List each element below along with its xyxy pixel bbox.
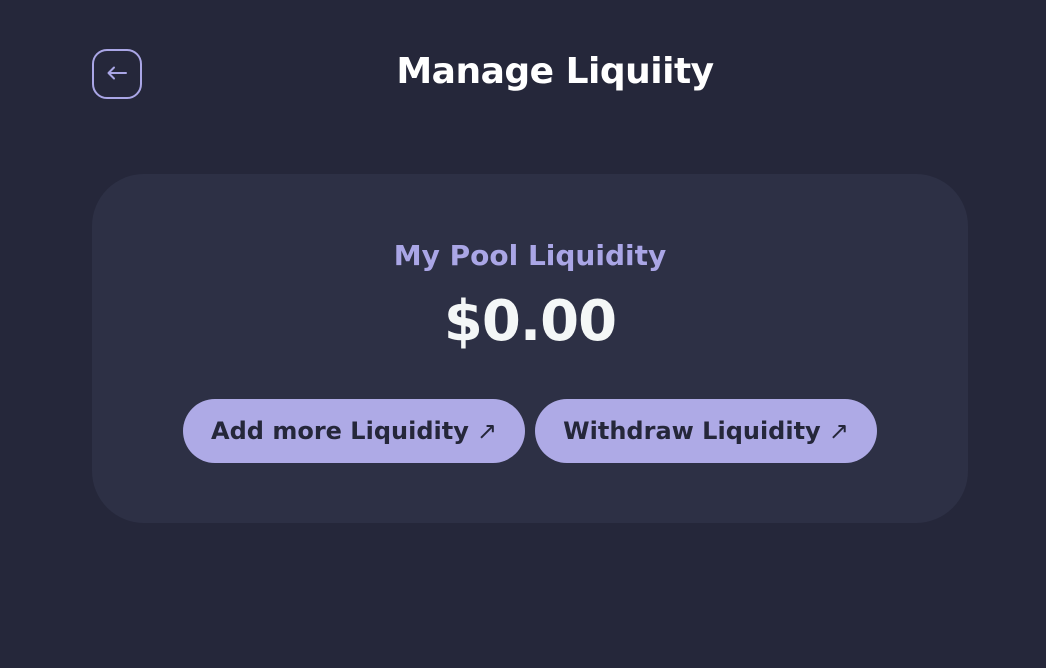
- withdraw-liquidity-button[interactable]: Withdraw Liquidity ↗: [535, 399, 877, 463]
- add-liquidity-button[interactable]: Add more Liquidity ↗: [183, 399, 525, 463]
- page-title: Manage Liquiity: [396, 51, 714, 92]
- arrow-up-right-icon: ↗: [476, 417, 497, 445]
- pool-liquidity-value: $0.00: [443, 289, 617, 354]
- pool-liquidity-card: My Pool Liquidity $0.00 Add more Liquidi…: [92, 174, 968, 523]
- add-liquidity-label: Add more Liquidity: [211, 417, 469, 445]
- pool-liquidity-label: My Pool Liquidity: [393, 239, 667, 272]
- withdraw-liquidity-label: Withdraw Liquidity: [563, 417, 821, 445]
- arrow-up-right-icon: ↗: [828, 417, 849, 445]
